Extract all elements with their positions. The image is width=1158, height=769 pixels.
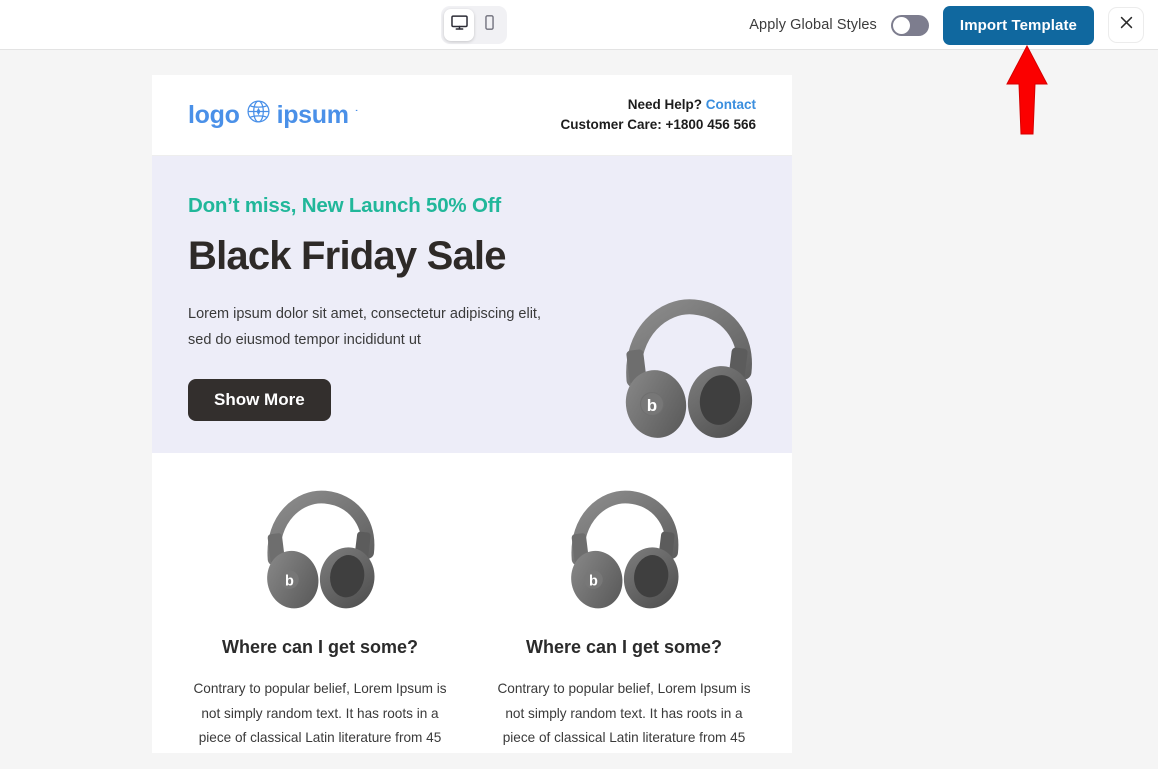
toolbar-right-group: Apply Global Styles Import Template [749, 0, 1144, 50]
column-title: Where can I get some? [525, 637, 723, 657]
email-template-canvas[interactable]: logo ipsum ˙ Need Help? Contact Customer… [152, 75, 792, 753]
globe-icon [246, 99, 271, 131]
svg-text:b: b [285, 574, 294, 590]
two-column-section: b Where can I get some? Contrary to popu… [152, 453, 792, 753]
import-template-button[interactable]: Import Template [942, 5, 1094, 45]
device-preview-switch[interactable] [441, 6, 507, 44]
feature-column[interactable]: b Where can I get some? Contrary to popu… [168, 481, 472, 753]
hero-body-text: Lorem ipsum dolor sit amet, consectetur … [188, 306, 541, 348]
top-toolbar: Apply Global Styles Import Template [0, 0, 1158, 50]
apply-global-styles-label: Apply Global Styles [749, 17, 877, 33]
logo-text-left: logo [188, 100, 240, 129]
logo-text-right: ipsum [276, 100, 349, 129]
svg-text:b: b [589, 574, 598, 590]
headphones-product-image: b [252, 481, 388, 617]
show-more-button[interactable]: Show More [188, 379, 331, 421]
customer-care-line: Customer Care: +1800 456 566 [560, 117, 757, 132]
apply-global-styles-toggle[interactable] [890, 14, 929, 36]
need-help-line: Need Help? Contact [561, 95, 756, 115]
brand-logo: logo ipsum ˙ [188, 99, 358, 131]
logo-trademark: ˙ [354, 109, 359, 121]
contact-link[interactable]: Contact [706, 97, 756, 112]
toggle-knob [892, 16, 910, 34]
headphones-product-image: b [608, 288, 768, 448]
need-help-label: Need Help? [627, 97, 702, 112]
column-title: Where can I get some? [221, 637, 419, 657]
hero-headline: Black Friday Sale [188, 234, 507, 278]
device-mobile-button[interactable] [474, 9, 504, 41]
hero-eyebrow: Don’t miss, New Launch 50% Off [188, 194, 501, 217]
desktop-monitor-icon [450, 13, 469, 37]
device-desktop-button[interactable] [444, 9, 474, 41]
email-header: logo ipsum ˙ Need Help? Contact Customer… [152, 75, 792, 156]
close-button[interactable] [1108, 7, 1144, 43]
mobile-phone-icon [481, 14, 498, 36]
feature-column[interactable]: b Where can I get some? Contrary to popu… [472, 481, 776, 753]
column-body: Contrary to popular belief, Lorem Ipsum … [497, 681, 751, 745]
column-body: Contrary to popular belief, Lorem Ipsum … [193, 681, 447, 745]
close-x-icon [1118, 14, 1135, 36]
svg-text:b: b [647, 396, 657, 415]
header-contact-block: Need Help? Contact Customer Care: +1800 … [561, 95, 757, 135]
headphones-product-image: b [556, 481, 692, 617]
red-up-arrow-annotation [1004, 44, 1050, 136]
hero-section[interactable]: Don’t miss, New Launch 50% Off Black Fri… [152, 156, 792, 453]
